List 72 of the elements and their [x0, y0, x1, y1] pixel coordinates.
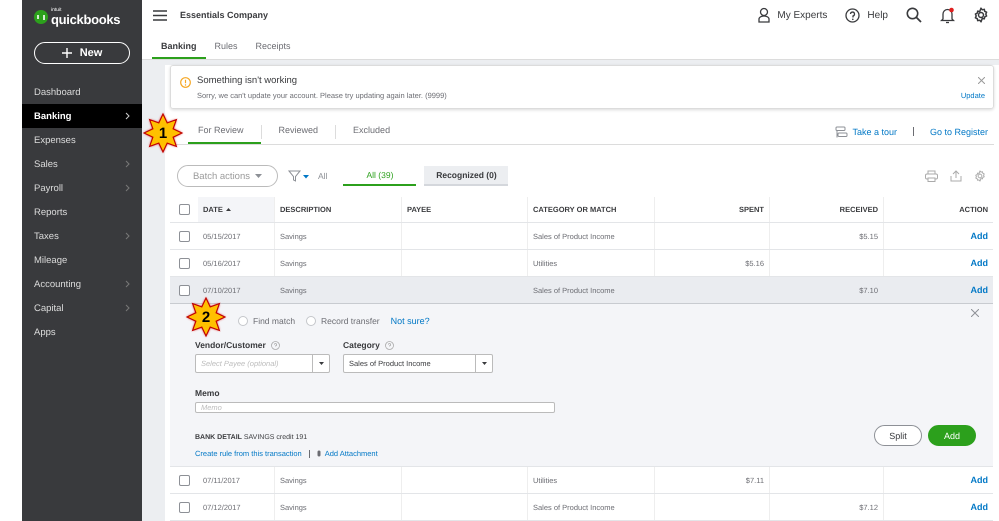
logo-name: quickbooks	[51, 13, 120, 26]
sidebar-item[interactable]: Mileage	[22, 248, 142, 272]
split-button[interactable]: Split	[874, 425, 922, 446]
option-label[interactable]: Record transfer	[321, 316, 380, 326]
add-link[interactable]: Add	[970, 502, 988, 512]
sort-icon	[226, 208, 231, 211]
close-icon[interactable]	[978, 77, 985, 84]
callout-badge: 1	[143, 113, 183, 153]
paperclip-icon	[316, 450, 321, 457]
link[interactable]: Go to Register	[930, 126, 988, 136]
sidebar-item[interactable]: Accounting	[22, 272, 142, 296]
caret-icon	[255, 174, 262, 178]
add-link[interactable]: Add	[970, 231, 988, 241]
radio-button[interactable]	[238, 316, 248, 326]
checkbox[interactable]	[178, 204, 190, 215]
tab[interactable]: Excluded	[336, 119, 408, 144]
filter-icon[interactable]	[288, 170, 310, 182]
sidebar-item[interactable]: Taxes	[22, 224, 142, 248]
link[interactable]: Take a tour	[852, 126, 897, 136]
logo-icon	[34, 10, 48, 24]
sidebar-item[interactable]: Reports	[22, 200, 142, 224]
signpost-icon	[835, 126, 848, 138]
print-icon[interactable]	[925, 170, 938, 182]
checkbox[interactable]	[178, 474, 190, 486]
caret-icon	[482, 362, 486, 365]
close-icon[interactable]	[971, 309, 979, 317]
callout-badge: 2	[186, 297, 226, 337]
caret-icon	[318, 362, 324, 365]
radio-button[interactable]	[306, 316, 316, 326]
help-icon	[384, 340, 394, 350]
help-icon	[845, 8, 860, 23]
tab[interactable]: Receipts	[246, 41, 300, 59]
alert-title: Something isn't working	[197, 75, 298, 86]
field-label: Vendor/Customer	[195, 340, 266, 350]
sidebar-item[interactable]: Sales	[22, 152, 142, 176]
menu-icon[interactable]	[153, 10, 167, 21]
person-icon	[758, 7, 770, 24]
warning-icon	[180, 77, 191, 88]
tab[interactable]: Rules	[206, 41, 247, 59]
plus-icon	[62, 48, 72, 58]
add-link[interactable]: Add	[970, 475, 988, 485]
checkbox[interactable]	[178, 258, 190, 268]
bell-icon[interactable]	[940, 6, 955, 24]
sidebar-item[interactable]: Capital	[22, 296, 142, 320]
not-sure-link[interactable]: Not sure?	[390, 316, 430, 326]
help-icon	[270, 340, 280, 350]
add-link[interactable]: Add	[970, 285, 988, 295]
checkbox[interactable]	[178, 230, 190, 242]
checkbox[interactable]	[178, 502, 190, 512]
sidebar-item[interactable]: Banking	[22, 104, 142, 128]
sidebar-item[interactable]: Payroll	[22, 176, 142, 200]
option-label[interactable]: Find match	[253, 316, 296, 326]
company-name: Essentials Company	[180, 10, 268, 20]
field-label: Memo	[195, 388, 221, 398]
filter-tab[interactable]: Recognized (0)	[424, 166, 508, 186]
filter-label: All	[318, 171, 328, 181]
new-button[interactable]: New	[34, 42, 130, 64]
sidebar-item[interactable]: Expenses	[22, 128, 142, 152]
my-experts-button[interactable]: My Experts	[758, 7, 828, 24]
batch-actions-button[interactable]: Batch actions	[177, 165, 278, 187]
export-icon[interactable]	[950, 170, 962, 182]
add-button[interactable]: Add	[928, 425, 976, 446]
help-button[interactable]: Help	[845, 8, 888, 23]
search-icon[interactable]	[906, 7, 922, 24]
tab[interactable]: For Review	[188, 119, 261, 144]
add-link[interactable]: Add	[970, 258, 988, 268]
checkbox[interactable]	[178, 284, 190, 296]
sidebar-item[interactable]: Dashboard	[22, 80, 142, 104]
field-label: Category	[343, 340, 380, 350]
sidebar-item[interactable]: Apps	[22, 320, 142, 344]
settings-icon[interactable]	[973, 7, 989, 24]
tab[interactable]: Reviewed	[262, 119, 336, 144]
